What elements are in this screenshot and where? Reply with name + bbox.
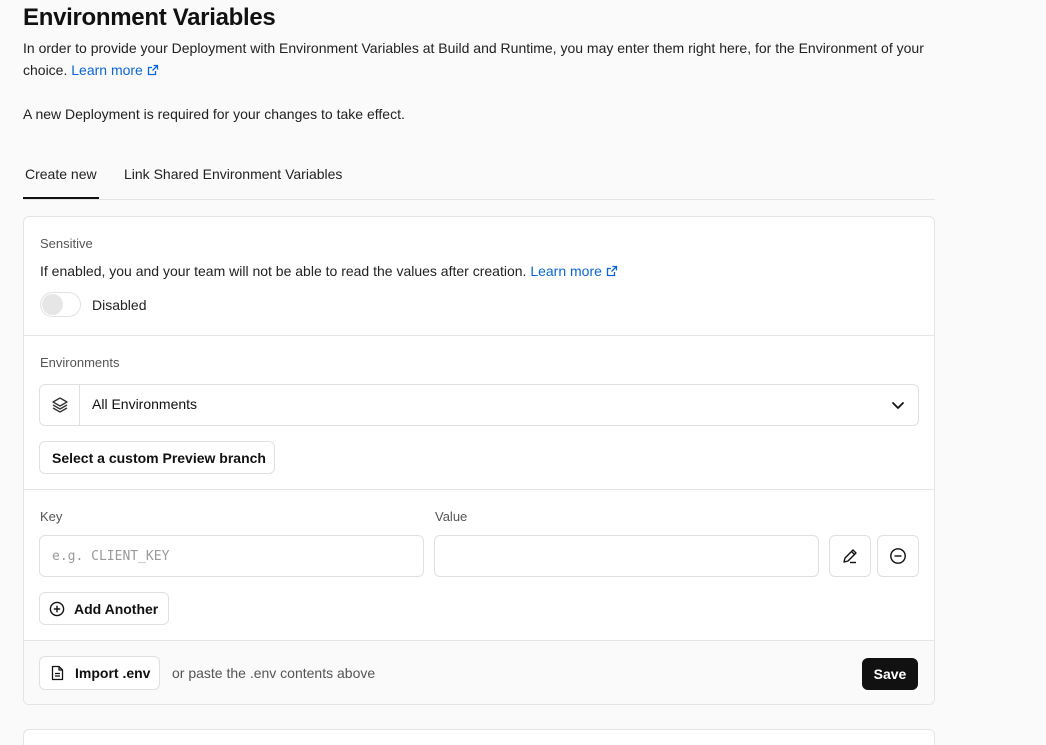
add-another-button[interactable]: Add Another xyxy=(39,592,169,625)
import-env-button[interactable]: Import .env xyxy=(39,656,160,690)
layers-icon xyxy=(51,397,68,413)
import-env-label: Import .env xyxy=(75,665,151,681)
edit-variable-button[interactable] xyxy=(829,535,871,577)
intro-paragraph: In order to provide your Deployment with… xyxy=(23,37,935,81)
value-label: Value xyxy=(435,509,468,524)
add-another-label: Add Another xyxy=(74,600,159,617)
tab-create-new-label: Create new xyxy=(25,166,97,182)
file-icon xyxy=(51,665,64,681)
sensitive-learn-more-label: Learn more xyxy=(530,263,602,279)
environment-select[interactable]: All Environments xyxy=(39,384,919,426)
sensitive-learn-more-link[interactable]: Learn more xyxy=(530,263,618,279)
sensitive-description-text: If enabled, you and your team will not b… xyxy=(40,263,527,279)
minus-circle-icon xyxy=(890,548,906,564)
value-input[interactable] xyxy=(434,535,819,577)
sensitive-toggle-state: Disabled xyxy=(92,297,147,313)
plus-circle-icon xyxy=(49,601,65,616)
deployment-note: A new Deployment is required for your ch… xyxy=(23,106,405,122)
environments-heading: Environments xyxy=(40,355,120,370)
tab-link-shared-label: Link Shared Environment Variables xyxy=(124,166,343,182)
pencil-icon xyxy=(843,549,857,564)
toggle-knob xyxy=(42,294,63,315)
sensitive-section: Sensitive If enabled, you and your team … xyxy=(24,217,934,336)
paste-hint: or paste the .env contents above xyxy=(172,665,376,681)
sensitive-description: If enabled, you and your team will not b… xyxy=(40,263,618,279)
sensitive-heading: Sensitive xyxy=(40,236,93,251)
key-input[interactable] xyxy=(39,535,424,577)
remove-variable-button[interactable] xyxy=(877,535,919,577)
external-link-icon xyxy=(606,265,618,277)
next-card xyxy=(23,729,935,745)
environment-select-value: All Environments xyxy=(92,396,198,412)
save-button[interactable]: Save xyxy=(862,658,918,690)
sensitive-toggle[interactable] xyxy=(40,292,81,317)
page-title: Environment Variables xyxy=(23,4,276,31)
key-label: Key xyxy=(40,509,63,524)
tab-link-shared[interactable]: Link Shared Environment Variables xyxy=(124,160,342,199)
external-link-icon xyxy=(147,64,158,76)
env-var-form-card: Sensitive If enabled, you and your team … xyxy=(23,216,935,705)
learn-more-link[interactable]: Learn more xyxy=(71,62,159,78)
tab-create-new[interactable]: Create new xyxy=(23,160,99,199)
form-footer: Import .env or paste the .env contents a… xyxy=(24,640,934,704)
learn-more-label: Learn more xyxy=(71,62,143,78)
preview-branch-button-label: Select a custom Preview branch xyxy=(52,449,266,466)
preview-branch-button[interactable]: Select a custom Preview branch xyxy=(39,441,275,474)
tab-bar: Create new Link Shared Environment Varia… xyxy=(23,160,935,200)
chevron-down-icon xyxy=(892,402,904,409)
select-icon-box xyxy=(40,385,80,425)
